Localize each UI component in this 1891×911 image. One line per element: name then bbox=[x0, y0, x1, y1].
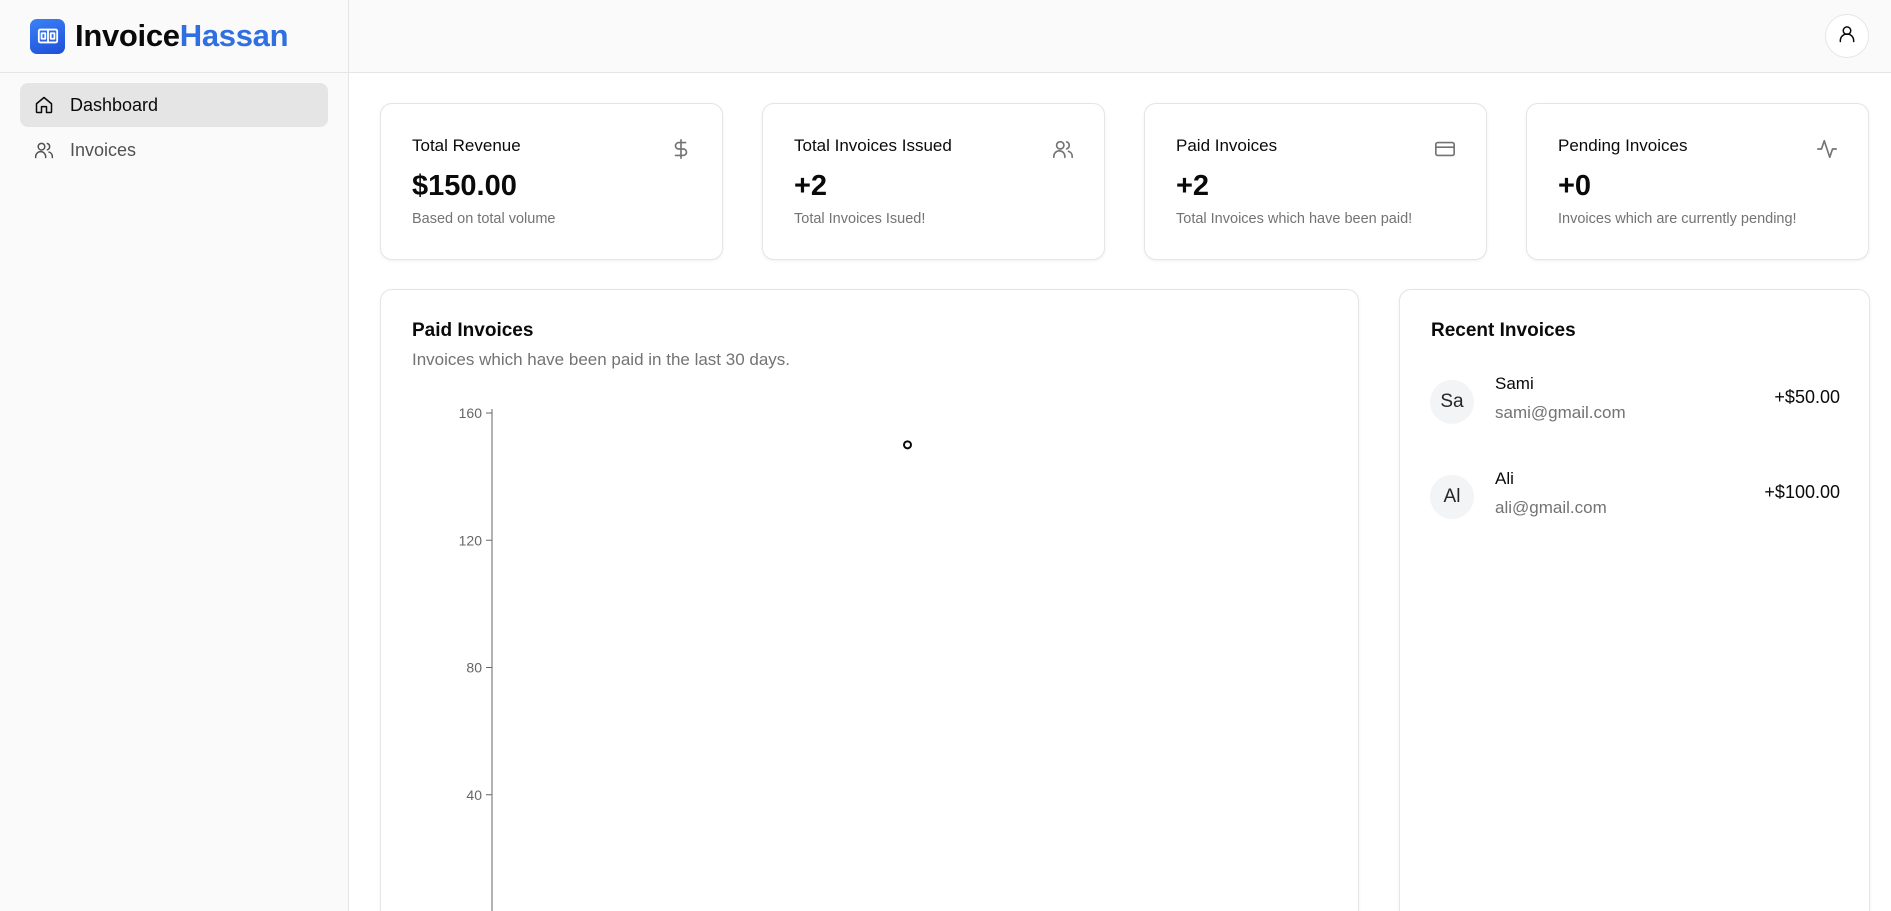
stat-subtext: Total Invoices which have been paid! bbox=[1176, 211, 1413, 227]
top-bar bbox=[349, 0, 1891, 73]
users-icon bbox=[1052, 138, 1074, 160]
stat-subtext: Based on total volume bbox=[412, 211, 556, 227]
list-item[interactable]: Sa Sami sami@gmail.com +$50.00 bbox=[1430, 370, 1840, 430]
home-icon bbox=[34, 94, 56, 116]
stat-title: Pending Invoices bbox=[1558, 136, 1688, 155]
sidebar-item-label: Dashboard bbox=[70, 94, 159, 115]
book-open-icon bbox=[30, 18, 65, 54]
recent-name: Ali bbox=[1495, 469, 1514, 488]
stat-card-paid-invoices: Paid Invoices +2 Total Invoices which ha… bbox=[1144, 103, 1487, 260]
panel-title: Recent Invoices bbox=[1431, 320, 1576, 341]
avatar: Sa bbox=[1430, 380, 1474, 424]
stat-subtext: Total Invoices Isued! bbox=[794, 211, 926, 227]
brand-name-part2: Hassan bbox=[179, 18, 289, 53]
brand-name: InvoiceHassan bbox=[75, 18, 289, 54]
y-tick-label: 80 bbox=[466, 660, 482, 676]
user-icon bbox=[1837, 24, 1857, 49]
sidebar-nav: Dashboard Invoices bbox=[0, 73, 348, 183]
activity-icon bbox=[1816, 138, 1838, 160]
y-tick-label: 40 bbox=[466, 787, 482, 803]
stat-card-pending-invoices: Pending Invoices +0 Invoices which are c… bbox=[1526, 103, 1869, 260]
stat-subtext: Invoices which are currently pending! bbox=[1558, 211, 1797, 227]
recent-invoices-panel: Recent Invoices Sa Sami sami@gmail.com +… bbox=[1399, 289, 1870, 911]
brand-name-part1: Invoice bbox=[75, 18, 180, 53]
main-content: Total Revenue $150.00 Based on total vol… bbox=[349, 73, 1891, 911]
recent-email: sami@gmail.com bbox=[1495, 403, 1626, 422]
recent-amount: +$100.00 bbox=[1764, 482, 1840, 502]
stat-card-total-invoices: Total Invoices Issued +2 Total Invoices … bbox=[762, 103, 1105, 260]
recent-amount: +$50.00 bbox=[1774, 387, 1840, 407]
paid-invoices-chart: 04080120160Feb 5 bbox=[459, 405, 912, 911]
users-icon bbox=[34, 139, 56, 161]
stat-title: Paid Invoices bbox=[1176, 136, 1278, 155]
sidebar-item-dashboard[interactable]: Dashboard bbox=[20, 83, 328, 127]
paid-invoices-panel: Paid Invoices Invoices which have been p… bbox=[380, 289, 1359, 911]
y-tick-label: 120 bbox=[459, 532, 483, 548]
dollar-icon bbox=[670, 138, 692, 160]
avatar: Al bbox=[1430, 475, 1474, 519]
stat-value: +0 bbox=[1558, 170, 1592, 202]
brand[interactable]: InvoiceHassan bbox=[0, 0, 348, 73]
recent-email: ali@gmail.com bbox=[1495, 498, 1607, 517]
credit-card-icon bbox=[1434, 138, 1456, 160]
stat-card-total-revenue: Total Revenue $150.00 Based on total vol… bbox=[380, 103, 723, 260]
sidebar: InvoiceHassan Dashboard Invoices bbox=[0, 0, 349, 911]
stat-title: Total Revenue bbox=[412, 136, 521, 155]
stat-value: +2 bbox=[794, 170, 828, 202]
stat-value: +2 bbox=[1176, 170, 1210, 202]
sidebar-item-label: Invoices bbox=[70, 139, 137, 160]
list-item[interactable]: Al Ali ali@gmail.com +$100.00 bbox=[1430, 465, 1840, 525]
app-root: InvoiceHassan Dashboard Invoices Total R… bbox=[0, 0, 1891, 911]
user-menu-button[interactable] bbox=[1825, 14, 1869, 58]
data-point bbox=[903, 440, 912, 450]
stat-value: $150.00 bbox=[412, 170, 517, 202]
recent-name: Sami bbox=[1495, 374, 1534, 393]
y-tick-label: 160 bbox=[459, 405, 483, 421]
stat-title: Total Invoices Issued bbox=[794, 136, 952, 155]
sidebar-item-invoices[interactable]: Invoices bbox=[20, 128, 328, 172]
